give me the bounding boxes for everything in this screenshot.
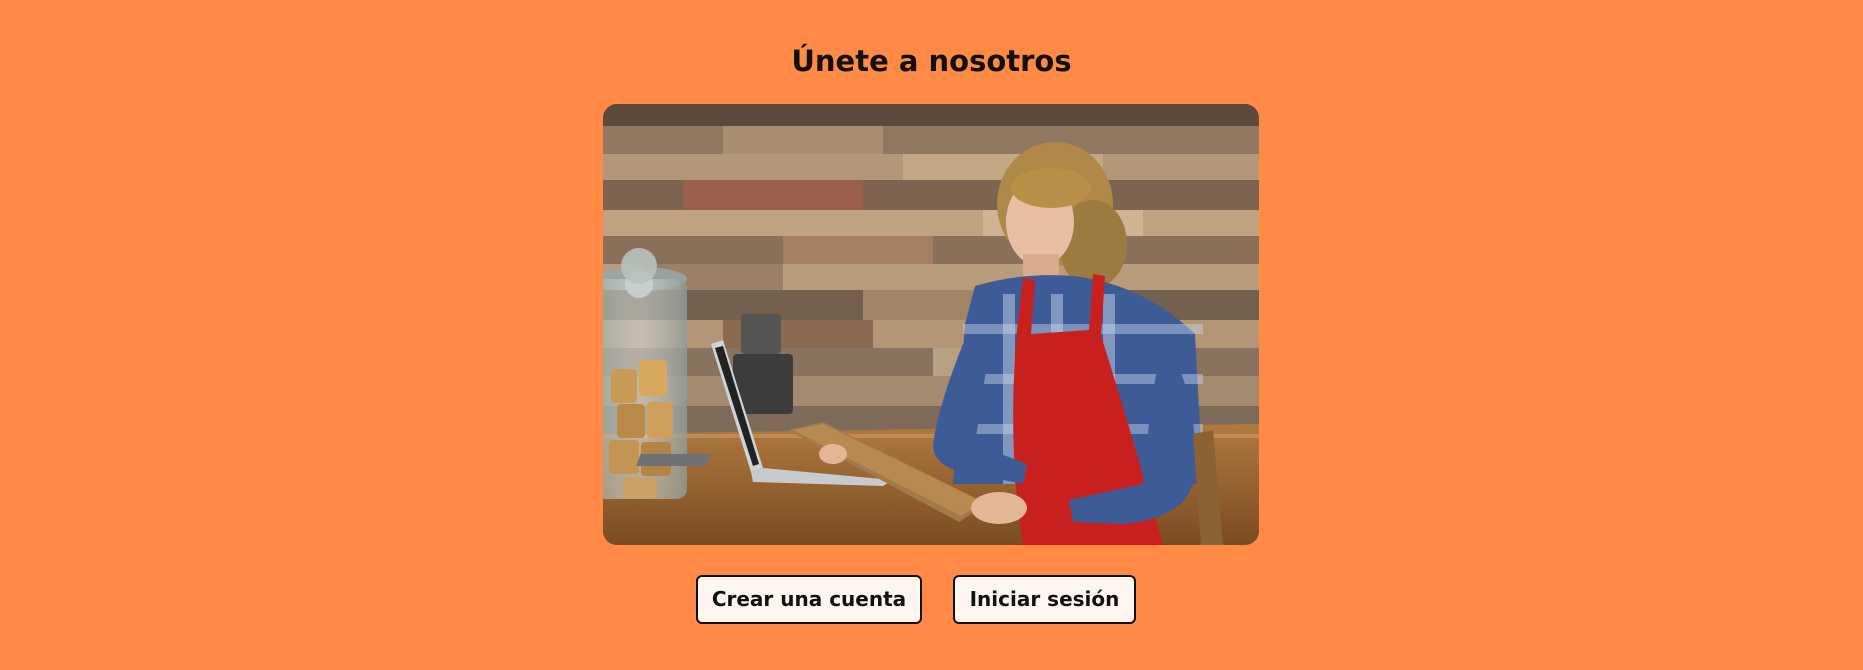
login-button[interactable]: Iniciar sesión (953, 575, 1136, 624)
signup-landing: Únete a nosotros Crear una cuenta Inicia… (0, 0, 1863, 670)
hero-image (603, 104, 1259, 545)
page-title: Únete a nosotros (791, 44, 1072, 78)
create-account-button[interactable]: Crear una cuenta (696, 575, 922, 624)
